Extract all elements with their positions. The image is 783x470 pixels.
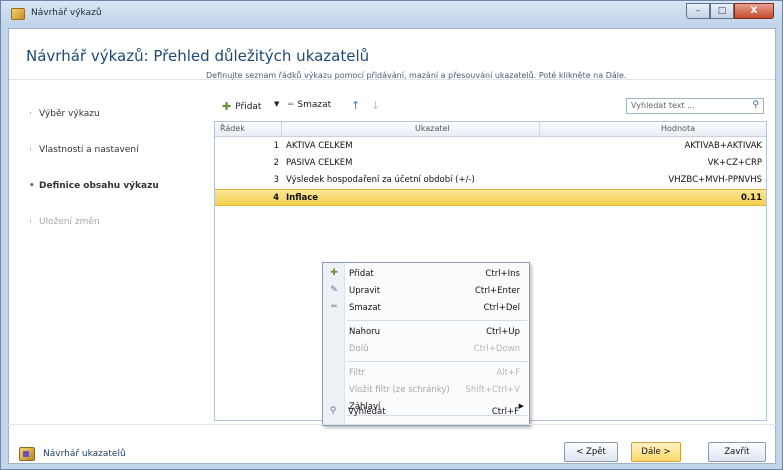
- designer-icon: [19, 447, 35, 461]
- wizard-steps: · Výběr výkazu · Vlastnosti a nastavení …: [29, 109, 199, 253]
- add-label: Přidat: [235, 101, 262, 112]
- close-window-button[interactable]: X: [734, 3, 774, 19]
- row-indicator: Výsledek hospodaření za účetní období (+…: [286, 175, 475, 185]
- page-title: Návrhář výkazů: Přehled důležitých ukaza…: [26, 47, 370, 65]
- delete-label: Smazat: [297, 100, 332, 110]
- table-row-selected[interactable]: 4 Inflace 0.11: [215, 189, 766, 206]
- add-dropdown-button[interactable]: ▼: [274, 100, 279, 108]
- row-number: 3: [273, 175, 279, 185]
- table-row[interactable]: 2 PASIVA CELKEM VK+CZ+CRP: [215, 155, 766, 172]
- close-button[interactable]: Zavřít: [708, 442, 766, 462]
- window-title: Návrhář výkazů: [31, 8, 102, 18]
- menu-item-shortcut: Ctrl+Up: [486, 327, 520, 337]
- column-divider: [539, 122, 540, 137]
- search-icon[interactable]: ⚲: [752, 100, 759, 110]
- app-icon: [11, 8, 25, 20]
- menu-item-shortcut: Ctrl+Enter: [474, 286, 520, 296]
- step-label: Uložení změn: [39, 217, 100, 227]
- add-icon: ✚: [222, 100, 232, 113]
- column-header-row[interactable]: Řádek: [220, 124, 245, 133]
- column-header-value[interactable]: Hodnota: [661, 124, 695, 133]
- step-bullet: ·: [29, 217, 32, 227]
- back-button[interactable]: < Zpět: [564, 442, 618, 462]
- step-save-changes: · Uložení změn: [29, 217, 199, 238]
- context-menu: ✚ Přidat Ctrl+Ins ✎ Upravit Ctrl+Enter ═…: [322, 262, 530, 426]
- move-down-icon[interactable]: ↓: [371, 99, 380, 112]
- menu-item-edit[interactable]: ✎ Upravit Ctrl+Enter: [323, 283, 529, 300]
- row-indicator: AKTIVA CELKEM: [286, 141, 353, 151]
- column-header-indicator[interactable]: Ukazatel: [415, 124, 450, 133]
- step-report-selection[interactable]: · Výběr výkazu: [29, 109, 199, 130]
- menu-item-move-up[interactable]: Nahoru Ctrl+Up: [323, 324, 529, 341]
- row-number: 1: [273, 141, 279, 151]
- step-bullet: •: [29, 181, 35, 191]
- designer-link-label: Návrhář ukazatelů: [43, 449, 126, 459]
- menu-item-delete[interactable]: ═ Smazat Ctrl+Del: [323, 300, 529, 317]
- menu-item-paste-filter: Vložit filtr (ze schránky) Shift+Ctrl+V: [323, 382, 529, 399]
- grid-header: Řádek Ukazatel Hodnota: [215, 122, 766, 137]
- menu-item-label: Smazat: [349, 303, 381, 313]
- step-bullet: ·: [29, 109, 32, 119]
- row-indicator: Inflace: [286, 193, 319, 203]
- row-indicator: PASIVA CELKEM: [286, 158, 353, 168]
- maximize-button[interactable]: □: [710, 3, 734, 19]
- menu-item-search[interactable]: ⚲ Vyhledat Ctrl+F: [322, 404, 530, 421]
- menu-item-move-down: Dolů Ctrl+Down: [323, 341, 529, 358]
- menu-item-shortcut: Ctrl+F: [491, 407, 519, 417]
- add-button[interactable]: ✚ Přidat: [222, 100, 261, 113]
- footer-divider: [8, 424, 776, 425]
- delete-button[interactable]: ═ Smazat: [288, 100, 331, 110]
- step-label: Definice obsahu výkazu: [39, 181, 159, 191]
- row-value: VHZBC+MVH-PPNVHS: [668, 175, 762, 185]
- move-up-icon[interactable]: ↑: [351, 99, 360, 112]
- search-placeholder: Vyhledat text ...: [631, 101, 695, 110]
- next-button[interactable]: Dále >: [631, 442, 681, 462]
- table-row[interactable]: 3 Výsledek hospodaření za účetní období …: [215, 172, 766, 189]
- menu-item-shortcut: Shift+Ctrl+V: [465, 385, 520, 395]
- row-number: 4: [273, 193, 279, 203]
- minimize-button[interactable]: –: [686, 3, 710, 19]
- main-window: Návrhář výkazů – □ X Návrhář výkazů: Pře…: [0, 0, 783, 470]
- delete-icon: ═: [288, 100, 294, 110]
- instructions-text: Definujte seznam řádků výkazu pomocí při…: [206, 71, 627, 80]
- menu-item-label: Dolů: [349, 344, 369, 354]
- menu-item-label: Vložit filtr (ze schránky): [349, 385, 450, 395]
- row-value: VK+CZ+CRP: [707, 158, 762, 168]
- menu-item-shortcut: Ctrl+Ins: [485, 269, 520, 279]
- menu-item-label: Vyhledat: [348, 407, 386, 417]
- delete-icon: ═: [331, 302, 337, 312]
- row-number: 2: [273, 158, 279, 168]
- row-value: 0.11: [741, 193, 762, 203]
- add-icon: ✚: [330, 268, 338, 278]
- menu-item-label: Filtr: [349, 368, 365, 378]
- table-row[interactable]: 1 AKTIVA CELKEM AKTIVAB+AKTIVAK: [215, 138, 766, 155]
- pencil-icon: ✎: [330, 285, 338, 295]
- search-input[interactable]: Vyhledat text ... ⚲: [626, 98, 764, 114]
- menu-item-shortcut: Ctrl+Del: [483, 303, 520, 313]
- step-properties[interactable]: · Vlastnosti a nastavení: [29, 145, 199, 166]
- menu-separator: [347, 361, 527, 362]
- step-content-definition[interactable]: • Definice obsahu výkazu: [29, 181, 199, 202]
- menu-item-label: Upravit: [349, 286, 381, 296]
- menu-separator: [347, 320, 527, 321]
- search-icon: ⚲: [329, 406, 337, 416]
- menu-item-label: Přidat: [349, 269, 374, 279]
- step-label: Výběr výkazu: [39, 109, 100, 119]
- column-divider: [281, 122, 282, 137]
- menu-item-add[interactable]: ✚ Přidat Ctrl+Ins: [323, 266, 529, 283]
- step-label: Vlastnosti a nastavení: [39, 145, 139, 155]
- step-bullet: ·: [29, 145, 32, 155]
- indicator-designer-link[interactable]: Návrhář ukazatelů: [19, 447, 126, 461]
- menu-item-label: Nahoru: [349, 327, 381, 337]
- title-bar: Návrhář výkazů – □ X: [1, 1, 782, 27]
- menu-item-shortcut: Alt+F: [496, 368, 520, 378]
- row-value: AKTIVAB+AKTIVAK: [684, 141, 762, 151]
- menu-item-filter: Filtr Alt+F: [323, 365, 529, 382]
- menu-item-shortcut: Ctrl+Down: [473, 344, 520, 354]
